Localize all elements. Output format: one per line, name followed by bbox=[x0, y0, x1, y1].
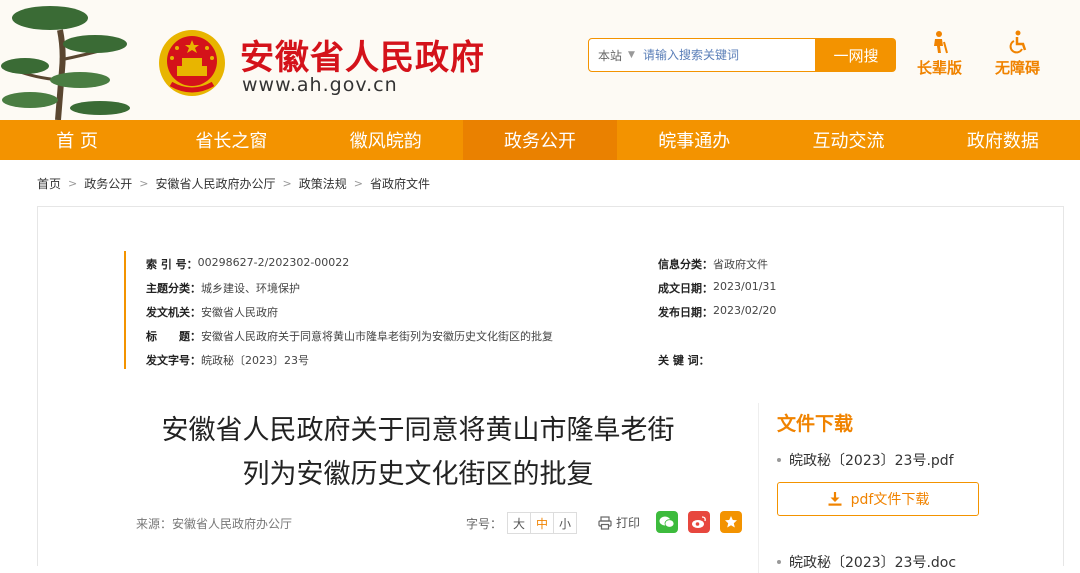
font-size-medium-button[interactable]: 中 bbox=[530, 512, 555, 534]
nav-item-culture[interactable]: 徽风皖韵 bbox=[309, 120, 463, 160]
nav-item-governor[interactable]: 省长之窗 bbox=[154, 120, 308, 160]
document-title-line-1: 安徽省人民政府关于同意将黄山市隆阜老街 bbox=[161, 415, 675, 446]
meta-title-value: 安徽省人民政府关于同意将黄山市隆阜老街列为安徽历史文化街区的批复 bbox=[201, 330, 553, 343]
meta-published: 发布日期： 2023/02/20 bbox=[658, 304, 776, 320]
site-header: 安徽省人民政府 www.ah.gov.cn 本站 ▼ 一网搜 长辈版 无障碍 bbox=[0, 0, 1080, 120]
print-label: 打印 bbox=[616, 516, 641, 530]
chevron-right-icon: > bbox=[68, 176, 78, 190]
nav-item-home[interactable]: 首 页 bbox=[0, 120, 154, 160]
share-weibo-button[interactable] bbox=[688, 511, 710, 533]
wechat-icon bbox=[659, 516, 675, 528]
chevron-right-icon: > bbox=[282, 176, 292, 190]
meta-docno-value: 皖政秘〔2023〕23号 bbox=[201, 354, 309, 367]
download-section-title: 文件下载 bbox=[777, 413, 854, 435]
download-file-doc[interactable]: 皖政秘〔2023〕23号.doc bbox=[777, 552, 1038, 572]
nav-item-interaction[interactable]: 互动交流 bbox=[771, 120, 925, 160]
huangshan-pine-illustration bbox=[0, 0, 150, 120]
meta-topic-label: 主题分类： bbox=[146, 282, 201, 295]
meta-issuer: 发文机关： 安徽省人民政府 bbox=[146, 304, 278, 320]
elder-mode-label: 长辈版 bbox=[917, 59, 963, 77]
accessibility-link[interactable]: 无障碍 bbox=[995, 30, 1040, 78]
meta-published-value: 2023/02/20 bbox=[713, 304, 777, 317]
download-icon bbox=[828, 492, 842, 506]
meta-created: 成文日期： 2023/01/31 bbox=[658, 280, 776, 296]
breadcrumb-policy[interactable]: 政策法规 bbox=[299, 175, 347, 192]
breadcrumb-provincial-docs[interactable]: 省政府文件 bbox=[370, 175, 430, 192]
meta-topic: 主题分类： 城乡建设、环境保护 bbox=[146, 280, 300, 296]
national-emblem-logo bbox=[159, 30, 225, 96]
meta-created-label: 成文日期： bbox=[658, 282, 713, 295]
breadcrumb-gov-affairs[interactable]: 政务公开 bbox=[84, 175, 132, 192]
site-title[interactable]: 安徽省人民政府 bbox=[240, 30, 485, 79]
pdf-download-label: pdf文件下载 bbox=[850, 492, 930, 508]
download-file-doc-name: 皖政秘〔2023〕23号.doc bbox=[789, 555, 957, 571]
elder-mode-link[interactable]: 长辈版 bbox=[917, 30, 962, 78]
accessibility-label: 无障碍 bbox=[995, 59, 1041, 77]
meta-index-value: 00298627-2/202302-00022 bbox=[197, 256, 350, 269]
breadcrumb: 首页 > 政务公开 > 安徽省人民政府办公厅 > 政策法规 > 省政府文件 bbox=[0, 160, 1080, 206]
print-button[interactable]: 打印 bbox=[598, 514, 640, 531]
bullet-icon bbox=[777, 458, 781, 462]
meta-index-label: 索 引 号： bbox=[146, 258, 198, 271]
font-size-large-button[interactable]: 大 bbox=[507, 512, 532, 534]
bullet-icon bbox=[777, 560, 781, 564]
elder-person-icon bbox=[933, 31, 948, 54]
breadcrumb-home[interactable]: 首页 bbox=[37, 175, 61, 192]
download-sidebar: 文件下载 皖政秘〔2023〕23号.pdf pdf文件下载 皖政秘〔2023〕2… bbox=[758, 403, 1038, 573]
search-box: 本站 ▼ bbox=[588, 38, 816, 72]
font-size-label: 字号： bbox=[466, 516, 503, 531]
chevron-right-icon: > bbox=[353, 176, 363, 190]
meta-published-label: 发布日期： bbox=[658, 306, 713, 319]
document-source: 来源：安徽省人民政府办公厅 bbox=[136, 517, 293, 531]
favorite-button[interactable] bbox=[720, 511, 742, 533]
meta-docno-label: 发文字号： bbox=[146, 354, 201, 367]
printer-icon bbox=[598, 515, 612, 530]
chevron-down-icon: ▼ bbox=[628, 50, 635, 60]
meta-docno: 发文字号： 皖政秘〔2023〕23号 bbox=[146, 352, 309, 368]
meta-category-label: 信息分类： bbox=[658, 258, 713, 271]
meta-title-label: 标 题： bbox=[146, 330, 201, 343]
meta-topic-value: 城乡建设、环境保护 bbox=[201, 282, 300, 295]
nav-item-services[interactable]: 皖事通办 bbox=[617, 120, 771, 160]
share-wechat-button[interactable] bbox=[656, 511, 678, 533]
nav-item-gov-affairs[interactable]: 政务公开 bbox=[462, 120, 618, 160]
pdf-download-button[interactable]: pdf文件下载 bbox=[777, 482, 979, 516]
chevron-right-icon: > bbox=[139, 176, 149, 190]
font-size-small-button[interactable]: 小 bbox=[553, 512, 578, 534]
main-nav: 首 页 省长之窗 徽风皖韵 政务公开 皖事通办 互动交流 政府数据 bbox=[0, 120, 1080, 160]
site-url: www.ah.gov.cn bbox=[242, 74, 398, 96]
meta-created-value: 2023/01/31 bbox=[713, 280, 777, 293]
content-box: 索 引 号： 00298627-2/202302-00022 信息分类： 省政府… bbox=[37, 206, 1064, 573]
document-title-line-2: 列为安徽历史文化街区的批复 bbox=[242, 459, 594, 490]
breadcrumb-office[interactable]: 安徽省人民政府办公厅 bbox=[155, 175, 275, 192]
weibo-icon bbox=[692, 516, 706, 528]
document-title: 安徽省人民政府关于同意将黄山市隆阜老街 列为安徽历史文化街区的批复 bbox=[128, 409, 708, 497]
star-icon bbox=[725, 516, 737, 528]
meta-category-value: 省政府文件 bbox=[713, 258, 768, 271]
search-scope-select[interactable]: 本站 ▼ bbox=[589, 47, 643, 64]
meta-category: 信息分类： 省政府文件 bbox=[658, 256, 768, 272]
font-size-control: 字号： 大 中 小 bbox=[466, 512, 578, 534]
document-metadata: 索 引 号： 00298627-2/202302-00022 信息分类： 省政府… bbox=[124, 251, 1024, 369]
meta-keywords-label: 关 键 词： bbox=[658, 354, 710, 367]
meta-issuer-value: 安徽省人民政府 bbox=[201, 306, 278, 319]
meta-title: 标 题： 安徽省人民政府关于同意将黄山市隆阜老街列为安徽历史文化街区的批复 bbox=[146, 328, 553, 344]
meta-issuer-label: 发文机关： bbox=[146, 306, 201, 319]
search-input[interactable] bbox=[643, 48, 803, 62]
search-scope-label: 本站 bbox=[598, 48, 623, 63]
nav-item-gov-data[interactable]: 政府数据 bbox=[926, 120, 1080, 160]
meta-keywords: 关 键 词： bbox=[658, 352, 710, 368]
download-file-pdf-name: 皖政秘〔2023〕23号.pdf bbox=[789, 453, 954, 469]
search-button[interactable]: 一网搜 bbox=[816, 38, 896, 72]
download-file-pdf[interactable]: 皖政秘〔2023〕23号.pdf bbox=[777, 450, 1038, 470]
wheelchair-icon bbox=[1009, 30, 1026, 54]
meta-index: 索 引 号： 00298627-2/202302-00022 bbox=[146, 256, 349, 272]
